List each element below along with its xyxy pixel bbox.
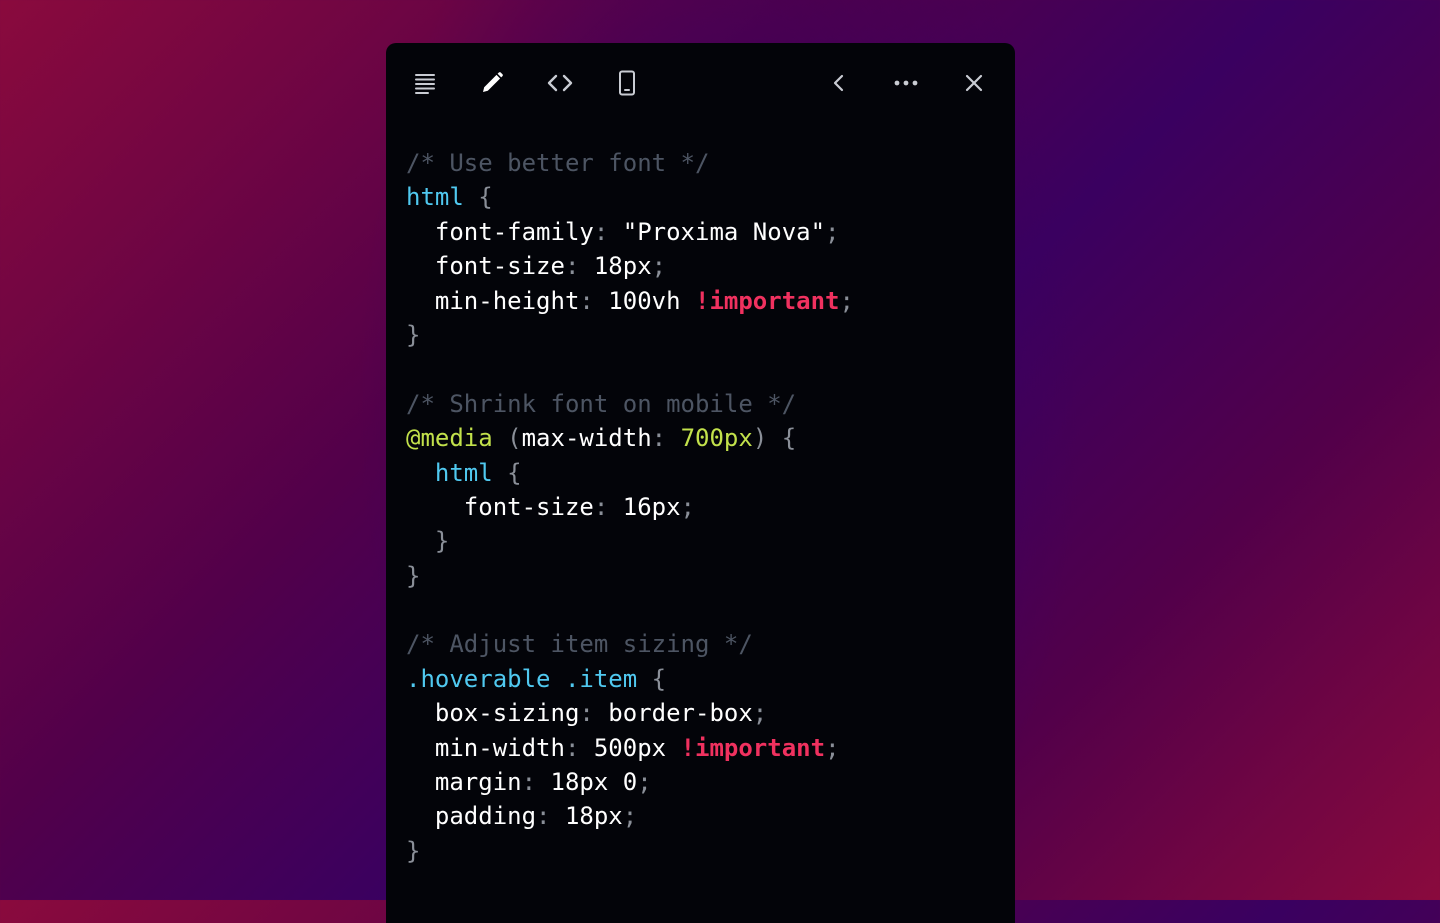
code-line: html { <box>406 456 1005 490</box>
css-property: font-size <box>406 252 565 281</box>
css-value: "Proxima Nova" <box>622 217 826 246</box>
css-punctuation: : <box>564 252 594 281</box>
css-value: 18px <box>564 802 623 831</box>
css-punctuation: ; <box>651 252 667 281</box>
code-line: .hoverable .item { <box>406 662 1005 696</box>
code-line: } <box>406 834 1005 868</box>
code-line: } <box>406 559 1005 593</box>
css-editor-panel: /* Use better font */ html { font-family:… <box>386 43 1015 923</box>
css-punctuation: } <box>406 561 421 590</box>
css-property: font-family <box>406 217 594 246</box>
code-line: /* Adjust item sizing */ <box>406 627 1005 661</box>
css-value: border-box <box>608 699 753 728</box>
code-line: font-family: "Proxima Nova"; <box>406 215 1005 249</box>
css-punctuation: : <box>651 424 681 453</box>
chevron-left-icon[interactable] <box>821 65 857 101</box>
code-comment: /* Use better font */ <box>406 149 710 177</box>
css-punctuation: : <box>593 492 623 521</box>
css-property: max-width <box>521 424 652 453</box>
code-line: font-size: 18px; <box>406 249 1005 283</box>
css-selector: .hoverable .item <box>406 664 638 693</box>
editor-toolbar <box>386 43 1015 123</box>
code-line: font-size: 16px; <box>406 490 1005 524</box>
css-property: padding <box>406 802 537 831</box>
code-line: /* Shrink font on mobile */ <box>406 387 1005 421</box>
close-icon[interactable] <box>956 65 992 101</box>
css-important-flag: !important <box>680 733 826 762</box>
code-line: } <box>406 318 1005 352</box>
css-punctuation: : <box>593 217 623 246</box>
code-line: @media (max-width: 700px) { <box>406 421 1005 455</box>
code-line: min-width: 500px !important; <box>406 731 1005 765</box>
css-punctuation: { <box>637 664 667 693</box>
pencil-icon[interactable] <box>474 65 510 101</box>
css-punctuation: ; <box>680 492 695 521</box>
css-punctuation: } <box>406 527 450 556</box>
css-number: 700px <box>680 424 753 453</box>
css-value: 100vh <box>608 286 695 315</box>
css-property: margin <box>406 768 522 797</box>
mobile-device-icon[interactable] <box>609 65 645 101</box>
css-selector: html <box>406 183 464 212</box>
css-punctuation: ; <box>752 699 768 728</box>
code-line: padding: 18px; <box>406 799 1005 833</box>
css-punctuation: ; <box>622 802 638 831</box>
text-align-icon[interactable] <box>407 65 443 101</box>
code-editor[interactable]: /* Use better font */ html { font-family:… <box>406 146 1005 868</box>
code-line: html { <box>406 180 1005 214</box>
css-selector: html <box>406 458 493 487</box>
css-punctuation: : <box>521 768 551 797</box>
css-punctuation: : <box>564 733 594 762</box>
css-punctuation: } <box>406 320 421 349</box>
code-line: } <box>406 524 1005 558</box>
css-punctuation: ) { <box>752 424 797 453</box>
code-icon[interactable] <box>542 65 578 101</box>
css-punctuation: : <box>579 286 609 315</box>
css-property: font-size <box>406 492 594 521</box>
code-line: margin: 18px 0; <box>406 765 1005 799</box>
css-value: 500px <box>593 733 681 762</box>
css-punctuation: ; <box>839 286 854 315</box>
css-punctuation: : <box>579 699 609 728</box>
code-line: box-sizing: border-box; <box>406 696 1005 730</box>
css-value: 16px <box>622 492 681 521</box>
css-property: min-width <box>406 733 565 762</box>
css-at-rule: @media <box>406 424 493 453</box>
code-comment: /* Adjust item sizing */ <box>406 630 753 659</box>
css-value: 18px 0 <box>550 768 638 797</box>
css-property: min-height <box>406 286 580 315</box>
code-comment: /* Shrink font on mobile */ <box>406 389 797 418</box>
css-punctuation: { <box>463 183 493 212</box>
code-line: /* Use better font */ <box>406 146 1005 180</box>
css-property: box-sizing <box>406 699 580 728</box>
css-punctuation: ; <box>825 733 840 762</box>
css-punctuation: : <box>536 802 565 831</box>
more-horizontal-icon[interactable] <box>888 65 924 101</box>
css-important-flag: !important <box>695 286 840 315</box>
code-line: min-height: 100vh !important; <box>406 284 1005 318</box>
css-punctuation: ; <box>637 768 652 797</box>
css-punctuation: } <box>406 836 421 865</box>
css-punctuation: { <box>492 458 522 487</box>
css-punctuation: ; <box>825 217 840 246</box>
css-value: 18px <box>593 252 652 281</box>
css-punctuation: ( <box>492 424 522 453</box>
